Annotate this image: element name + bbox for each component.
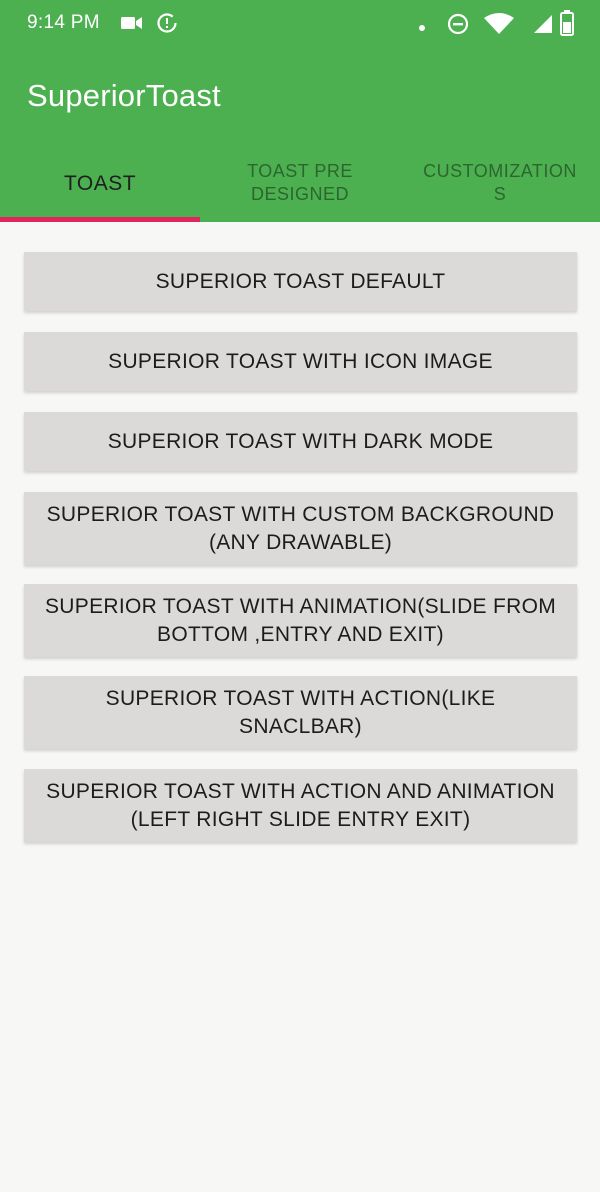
tab-bar: TOAST TOAST PRE DESIGNED CUSTOMIZATIONS — [0, 144, 600, 222]
battery-icon — [560, 10, 574, 41]
superior-toast-action-button[interactable]: SUPERIOR TOAST WITH ACTION(LIKE SNACLBAR… — [24, 676, 577, 749]
app-title: SuperiorToast — [27, 78, 221, 113]
tab-customizations[interactable]: CUSTOMIZATIONS — [400, 144, 600, 222]
tab-label: TOAST PRE DESIGNED — [247, 161, 353, 204]
superior-toast-custom-background-button[interactable]: SUPERIOR TOAST WITH CUSTOM BACKGROUND (A… — [24, 492, 577, 565]
tab-toast[interactable]: TOAST — [0, 144, 200, 222]
superior-toast-default-button[interactable]: SUPERIOR TOAST DEFAULT — [24, 252, 577, 311]
tab-toast-pre-designed[interactable]: TOAST PRE DESIGNED — [200, 144, 400, 222]
status-time: 9:14 PM — [27, 12, 100, 33]
app-bar: SuperiorToast — [0, 48, 600, 144]
tab-label: CUSTOMIZATIONS — [423, 161, 577, 204]
superior-toast-dark-mode-button[interactable]: SUPERIOR TOAST WITH DARK MODE — [24, 412, 577, 471]
data-saver-icon — [156, 12, 178, 39]
superior-toast-icon-image-button[interactable]: SUPERIOR TOAST WITH ICON IMAGE — [24, 332, 577, 391]
tab-indicator — [0, 217, 200, 222]
superior-toast-action-animation-button[interactable]: SUPERIOR TOAST WITH ACTION AND ANIMATION… — [24, 769, 577, 842]
wifi-icon — [482, 12, 516, 41]
status-bar: 9:14 PM — [0, 0, 600, 48]
superior-toast-animation-button[interactable]: SUPERIOR TOAST WITH ANIMATION(SLIDE FROM… — [24, 584, 577, 657]
dot-icon — [418, 19, 426, 37]
cellular-signal-icon — [533, 14, 555, 39]
video-camera-icon — [121, 15, 143, 36]
tab-label: TOAST — [63, 171, 137, 195]
do-not-disturb-icon — [447, 13, 469, 40]
